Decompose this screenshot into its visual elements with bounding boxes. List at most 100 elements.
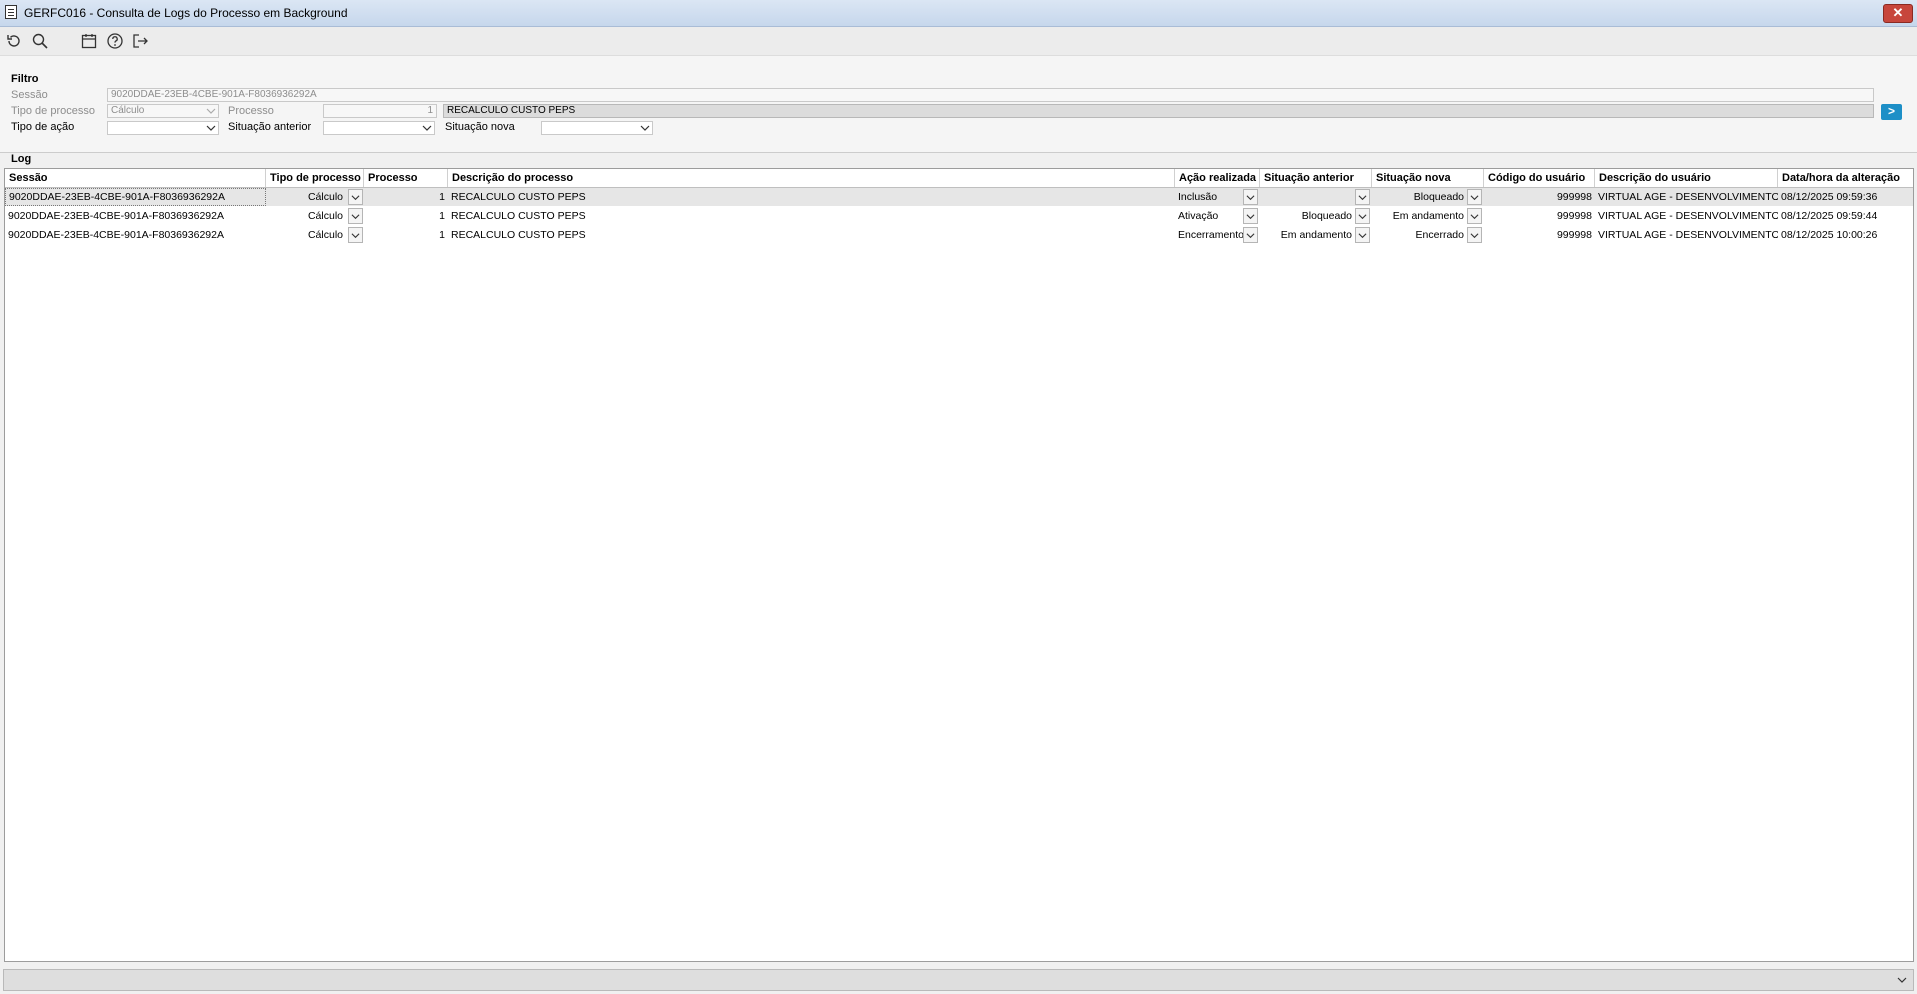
table-row[interactable]: 9020DDAE-23EB-4CBE-901A-F8036936292A Cálc…: [5, 188, 1913, 206]
cell-processo[interactable]: 1: [364, 207, 448, 225]
cell-codigo-usuario[interactable]: 999998: [1484, 188, 1595, 206]
sessao-label: Sessão: [11, 89, 48, 101]
cell-tipo-processo[interactable]: Cálculo: [266, 188, 346, 206]
dropdown-button[interactable]: [1467, 227, 1482, 243]
cell-situacao-nova[interactable]: Em andamento: [1372, 207, 1467, 225]
chevron-down-icon: [206, 125, 216, 131]
cell-descricao-usuario[interactable]: VIRTUAL AGE - DESENVOLVIMENTO: [1595, 188, 1778, 206]
dropdown-button[interactable]: [1243, 208, 1258, 224]
cell-tipo-processo[interactable]: Cálculo: [266, 207, 346, 225]
dropdown-button[interactable]: [1243, 227, 1258, 243]
col-descricao-usuario[interactable]: Descrição do usuário: [1595, 169, 1778, 187]
chevron-down-icon: [1246, 233, 1255, 239]
chevron-down-icon: [351, 195, 360, 201]
processo-descricao-field: RECALCULO CUSTO PEPS: [443, 104, 1874, 118]
cell-descricao-usuario[interactable]: VIRTUAL AGE - DESENVOLVIMENTO: [1595, 207, 1778, 225]
chevron-down-icon: [1470, 214, 1479, 220]
help-icon[interactable]: [106, 32, 124, 50]
cell-situacao-anterior[interactable]: [1260, 188, 1355, 206]
chevron-down-icon: [1358, 233, 1367, 239]
col-processo[interactable]: Processo: [364, 169, 448, 187]
refresh-icon[interactable]: [5, 32, 23, 50]
chevron-down-icon: [351, 214, 360, 220]
col-descricao-processo[interactable]: Descrição do processo: [448, 169, 1175, 187]
dropdown-button[interactable]: [348, 208, 363, 224]
chevron-down-icon: [422, 125, 432, 131]
cell-sessao[interactable]: 9020DDAE-23EB-4CBE-901A-F8036936292A: [5, 226, 266, 244]
processo-field[interactable]: 1: [323, 104, 437, 118]
col-codigo-usuario[interactable]: Código do usuário: [1484, 169, 1595, 187]
cell-descricao-processo[interactable]: RECALCULO CUSTO PEPS: [448, 207, 1175, 225]
exit-icon[interactable]: [131, 32, 149, 50]
cell-situacao-nova[interactable]: Encerrado: [1372, 226, 1467, 244]
close-button[interactable]: ✕: [1883, 4, 1913, 23]
col-situacao-nova[interactable]: Situação nova: [1372, 169, 1484, 187]
filter-panel: Filtro Sessão 9020DDAE-23EB-4CBE-901A-F8…: [0, 55, 1917, 153]
dropdown-button[interactable]: [348, 189, 363, 205]
search-icon[interactable]: [31, 32, 49, 50]
situacao-nova-label: Situação nova: [445, 121, 515, 133]
cell-processo[interactable]: 1: [364, 226, 448, 244]
status-bar: [3, 969, 1914, 991]
cell-acao-realizada[interactable]: Ativação: [1175, 207, 1243, 225]
dropdown-button[interactable]: [1355, 227, 1370, 243]
cell-data-hora[interactable]: 08/12/2025 09:59:36: [1778, 188, 1913, 206]
cell-data-hora[interactable]: 08/12/2025 10:00:26: [1778, 226, 1913, 244]
window-title: GERFC016 - Consulta de Logs do Processo …: [24, 6, 348, 20]
cell-situacao-nova[interactable]: Bloqueado: [1372, 188, 1467, 206]
cell-descricao-usuario[interactable]: VIRTUAL AGE - DESENVOLVIMENTO: [1595, 226, 1778, 244]
cell-situacao-anterior[interactable]: Em andamento: [1260, 226, 1355, 244]
chevron-down-icon: [1246, 195, 1255, 201]
cell-descricao-processo[interactable]: RECALCULO CUSTO PEPS: [448, 226, 1175, 244]
cell-descricao-processo[interactable]: RECALCULO CUSTO PEPS: [448, 188, 1175, 206]
dropdown-button[interactable]: [1243, 189, 1258, 205]
calendar-icon[interactable]: [80, 32, 98, 50]
cell-processo[interactable]: 1: [364, 188, 448, 206]
chevron-down-icon: [1470, 195, 1479, 201]
table-row[interactable]: 9020DDAE-23EB-4CBE-901A-F8036936292A Cálc…: [5, 207, 1913, 225]
chevron-down-icon: [1246, 214, 1255, 220]
go-button[interactable]: >: [1881, 104, 1902, 120]
dropdown-button[interactable]: [1355, 208, 1370, 224]
col-tipo-processo[interactable]: Tipo de processo: [266, 169, 364, 187]
chevron-down-icon: [1358, 214, 1367, 220]
title-bar: GERFC016 - Consulta de Logs do Processo …: [0, 0, 1917, 27]
chevron-down-icon: [1358, 195, 1367, 201]
cell-sessao[interactable]: 9020DDAE-23EB-4CBE-901A-F8036936292A: [5, 188, 266, 206]
cell-data-hora[interactable]: 08/12/2025 09:59:44: [1778, 207, 1913, 225]
chevron-down-icon: [1470, 233, 1479, 239]
col-sessao[interactable]: Sessão: [5, 169, 266, 187]
situacao-nova-select[interactable]: [541, 121, 653, 135]
toolbar: [0, 27, 1917, 55]
chevron-down-icon[interactable]: [1897, 975, 1907, 985]
chevron-down-icon: [206, 108, 216, 114]
grid-header: Sessão Tipo de processo Processo Descriç…: [5, 169, 1913, 188]
col-acao-realizada[interactable]: Ação realizada: [1175, 169, 1260, 187]
filter-title: Filtro: [11, 73, 39, 85]
cell-codigo-usuario[interactable]: 999998: [1484, 226, 1595, 244]
table-row[interactable]: 9020DDAE-23EB-4CBE-901A-F8036936292A Cálc…: [5, 226, 1913, 244]
cell-acao-realizada[interactable]: Inclusão: [1175, 188, 1243, 206]
col-data-hora[interactable]: Data/hora da alteração: [1778, 169, 1913, 187]
dropdown-button[interactable]: [348, 227, 363, 243]
dropdown-button[interactable]: [1467, 189, 1482, 205]
cell-sessao[interactable]: 9020DDAE-23EB-4CBE-901A-F8036936292A: [5, 207, 266, 225]
sessao-field[interactable]: 9020DDAE-23EB-4CBE-901A-F8036936292A: [107, 88, 1874, 102]
cell-codigo-usuario[interactable]: 999998: [1484, 207, 1595, 225]
cell-tipo-processo[interactable]: Cálculo: [266, 226, 346, 244]
document-icon: [5, 5, 17, 19]
situacao-anterior-label: Situação anterior: [228, 121, 312, 133]
processo-label: Processo: [228, 105, 274, 117]
situacao-anterior-select[interactable]: [323, 121, 435, 135]
tipo-processo-value: Cálculo: [111, 105, 145, 116]
dropdown-button[interactable]: [1467, 208, 1482, 224]
cell-acao-realizada[interactable]: Encerramento: [1175, 226, 1243, 244]
tipo-acao-select[interactable]: [107, 121, 219, 135]
cell-situacao-anterior[interactable]: Bloqueado: [1260, 207, 1355, 225]
tipo-processo-label: Tipo de processo: [11, 105, 95, 117]
tipo-processo-select[interactable]: Cálculo: [107, 104, 219, 118]
chevron-down-icon: [351, 233, 360, 239]
log-grid: Sessão Tipo de processo Processo Descriç…: [4, 168, 1914, 962]
dropdown-button[interactable]: [1355, 189, 1370, 205]
col-situacao-anterior[interactable]: Situação anterior: [1260, 169, 1372, 187]
